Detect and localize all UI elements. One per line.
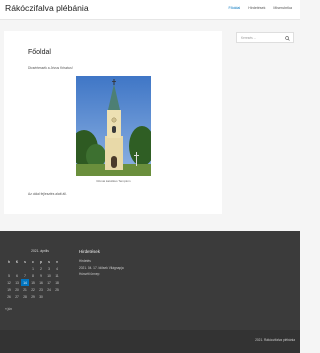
calendar-day[interactable]: 13 — [13, 279, 21, 286]
nav-item-mass-schedule[interactable]: Miserubrika — [273, 6, 292, 10]
calendar-week-row: 19 20 21 22 23 24 25 — [5, 286, 61, 293]
calendar-day[interactable]: 1 — [29, 265, 37, 272]
nav-item-home[interactable]: Főoldal — [228, 6, 240, 10]
copyright-text: 2021. Rákóczifalva plébánia — [255, 338, 295, 342]
calendar-day[interactable]: 28 — [21, 293, 29, 300]
calendar-day[interactable]: 24 — [45, 286, 53, 293]
calendar-empty-cell — [53, 293, 61, 300]
calendar-day[interactable]: 20 — [13, 286, 21, 293]
calendar-day[interactable]: 14 — [21, 279, 29, 286]
news-item[interactable]: Húsvéti ünnep — [79, 272, 124, 276]
main-content: Főoldal Dicsértessék a Jézus Krisztus! R… — [4, 31, 222, 214]
intro-text: Dicsértessék a Jézus Krisztus! — [28, 66, 73, 70]
calendar-week-row: 5 6 7 8 9 10 11 — [5, 272, 61, 279]
calendar-day[interactable]: 2 — [37, 265, 45, 272]
news-list: Hirdetés 2021. 04. 17. Idősek Világnapja… — [79, 259, 124, 279]
calendar-day[interactable]: 9 — [37, 272, 45, 279]
calendar-day[interactable]: 6 — [13, 272, 21, 279]
calendar-day[interactable]: 29 — [29, 293, 37, 300]
news-widget-title: Hirdetések — [79, 249, 100, 254]
calendar-day[interactable]: 21 — [21, 286, 29, 293]
calendar-day[interactable]: 8 — [29, 272, 37, 279]
weekday-header: p — [40, 259, 42, 264]
weekday-header: s — [24, 259, 26, 264]
calendar-empty-cell — [21, 265, 29, 272]
footer-widgets: 2021. április h K s c p s v 1 2 3 4 5 6 7 8 9 10 1… — [0, 231, 300, 330]
weekday-header: K — [15, 259, 19, 264]
calendar-prev-link[interactable]: « jún — [5, 307, 12, 311]
news-item[interactable]: 2021. 04. 17. Idősek Világnapja — [79, 266, 124, 270]
calendar-day[interactable]: 11 — [53, 272, 61, 279]
calendar-week-row: 12 13 14 15 16 17 18 — [5, 279, 61, 286]
calendar-caption: 2021. április — [31, 249, 49, 253]
photo-caption: Római katolikus Templom — [96, 179, 131, 183]
site-title[interactable]: Rákóczifalva plébánia — [5, 3, 89, 13]
search-input[interactable]: Keresés ... — [236, 32, 294, 43]
calendar: h K s c p s v 1 2 3 4 5 6 7 8 9 10 11 12 13 14 15 16 17 1… — [5, 258, 61, 300]
search-placeholder: Keresés ... — [241, 36, 257, 40]
calendar-day[interactable]: 23 — [37, 286, 45, 293]
footer-bar: 2021. Rákóczifalva plébánia — [0, 330, 300, 353]
weekday-header: v — [56, 259, 58, 264]
main-nav: Főoldal Hirdetések Miserubrika — [228, 6, 292, 10]
calendar-empty-cell — [5, 265, 13, 272]
nav-item-announcements[interactable]: Hirdetések — [248, 6, 265, 10]
search-icon[interactable] — [285, 35, 290, 41]
calendar-day[interactable]: 27 — [13, 293, 21, 300]
calendar-day[interactable]: 15 — [29, 279, 37, 286]
calendar-day[interactable]: 26 — [5, 293, 13, 300]
calendar-empty-cell — [45, 293, 53, 300]
calendar-day[interactable]: 4 — [53, 265, 61, 272]
weekday-header: c — [32, 259, 34, 264]
calendar-day[interactable]: 12 — [5, 279, 13, 286]
calendar-day[interactable]: 3 — [45, 265, 53, 272]
status-text: Az oldal fejlesztés alatt áll. — [28, 192, 67, 196]
calendar-day[interactable]: 17 — [45, 279, 53, 286]
calendar-day[interactable]: 30 — [37, 293, 45, 300]
calendar-empty-cell — [13, 265, 21, 272]
church-photo — [76, 76, 151, 176]
calendar-day[interactable]: 22 — [29, 286, 37, 293]
calendar-day[interactable]: 18 — [53, 279, 61, 286]
news-item[interactable]: Hirdetés — [79, 259, 124, 263]
page-title: Főoldal — [28, 49, 51, 56]
weekday-header: s — [48, 259, 50, 264]
calendar-week-row: 1234 — [5, 265, 61, 272]
calendar-body: 1 2 3 4 5 6 7 8 9 10 11 12 13 14 15 16 17 18 19 20 21 22 23 24 2… — [5, 265, 61, 300]
calendar-day[interactable]: 16 — [37, 279, 45, 286]
calendar-day[interactable]: 19 — [5, 286, 13, 293]
calendar-day[interactable]: 10 — [45, 272, 53, 279]
calendar-week-row: 26 27 28 29 30 — [5, 293, 61, 300]
calendar-day[interactable]: 7 — [21, 272, 29, 279]
site-header: Rákóczifalva plébánia Főoldal Hirdetések… — [0, 0, 300, 20]
calendar-day[interactable]: 5 — [5, 272, 13, 279]
weekday-header: h — [8, 259, 10, 264]
calendar-day[interactable]: 25 — [53, 286, 61, 293]
